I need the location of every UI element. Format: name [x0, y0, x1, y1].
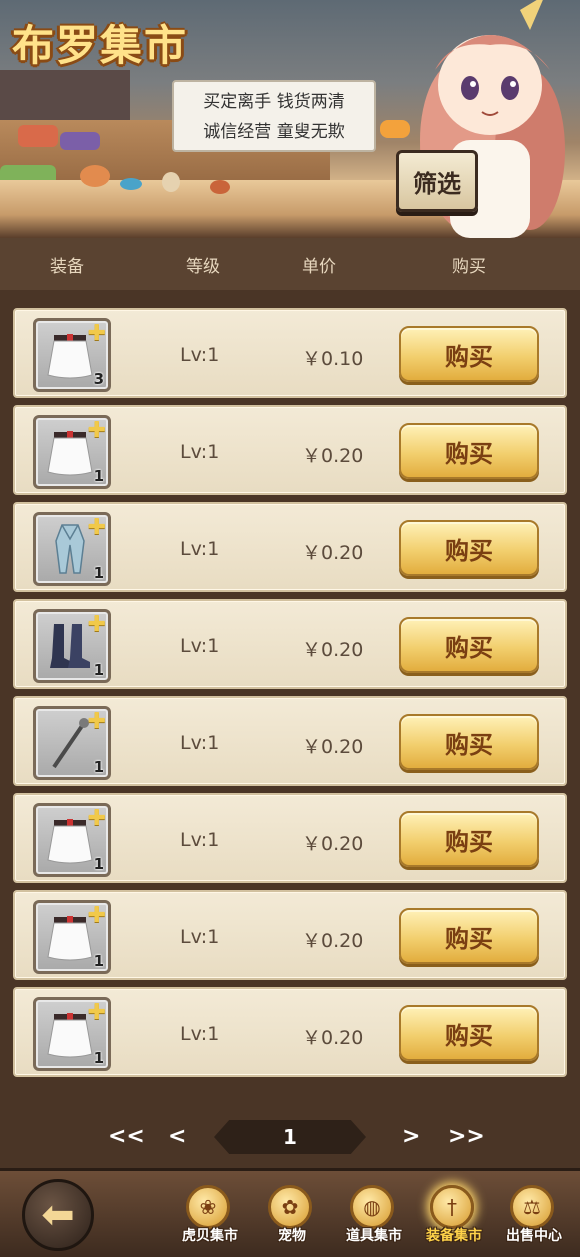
item-price: ￥0.20: [302, 445, 364, 467]
stall-goods-icon: [120, 178, 142, 190]
item-slot[interactable]: ✚ 1: [33, 803, 111, 877]
puzzle-piece-icon: ✚: [87, 1000, 106, 1025]
nav-sell-center[interactable]: ⚖ 出售中心: [494, 1185, 574, 1255]
item-price: ￥0.20: [302, 736, 364, 758]
item-level: Lv:1: [180, 538, 220, 560]
item-count: 1: [93, 855, 104, 873]
item-slot[interactable]: ✚ 1: [33, 512, 111, 586]
item-slot[interactable]: ✚ 1: [33, 706, 111, 780]
nav-label: 虎贝集市: [182, 1228, 238, 1244]
column-equipment: 装备: [50, 257, 84, 277]
last-page-button[interactable]: >>: [448, 1124, 485, 1149]
sword-icon: †: [430, 1185, 474, 1229]
list-item: ✚ 1 Lv:1 ￥0.20 购买: [13, 599, 567, 689]
stall-goods-icon: [80, 165, 110, 187]
nav-label: 道具集市: [346, 1228, 402, 1244]
puzzle-piece-icon: ✚: [87, 321, 106, 346]
item-price: ￥0.20: [302, 930, 364, 952]
item-price: ￥0.20: [302, 1027, 364, 1049]
item-level: Lv:1: [180, 732, 220, 754]
column-price: 单价: [302, 257, 336, 277]
paw-icon: ✿: [268, 1185, 312, 1229]
nav-label: 装备集市: [426, 1228, 482, 1244]
stall-goods-icon: [162, 172, 180, 192]
equipment-list: ✚ 3 Lv:1 ￥0.10 购买 ✚ 1 Lv:1 ￥0.20 购买 ✚ 1: [0, 290, 580, 1095]
puzzle-piece-icon: ✚: [87, 515, 106, 540]
slogan-sign: 买定离手 钱货两清 诚信经营 童叟无欺: [172, 80, 376, 152]
list-item: ✚ 1 Lv:1 ￥0.20 购买: [13, 502, 567, 592]
list-item: ✚ 1 Lv:1 ￥0.20 购买: [13, 890, 567, 980]
page-title: 布罗集市: [12, 21, 189, 70]
item-count: 1: [93, 1049, 104, 1067]
item-count: 1: [93, 467, 104, 485]
item-count: 1: [93, 952, 104, 970]
buy-button[interactable]: 购买: [399, 811, 539, 867]
column-buy: 购买: [452, 257, 486, 277]
nav-pets[interactable]: ✿ 宠物: [252, 1185, 332, 1255]
nav-label: 宠物: [278, 1228, 306, 1244]
bag-icon: ◍: [350, 1185, 394, 1229]
buy-button[interactable]: 购买: [399, 714, 539, 770]
back-arrow-icon: ⬅: [41, 1192, 75, 1238]
list-item: ✚ 1 Lv:1 ￥0.20 购买: [13, 696, 567, 786]
nav-item-market[interactable]: ◍ 道具集市: [334, 1185, 414, 1255]
item-slot[interactable]: ✚ 1: [33, 415, 111, 489]
list-item: ✚ 1 Lv:1 ￥0.20 购买: [13, 987, 567, 1077]
nav-equipment-market[interactable]: † 装备集市: [414, 1185, 494, 1255]
item-level: Lv:1: [180, 1023, 220, 1045]
pagination: << < 1 > >>: [0, 1118, 580, 1158]
item-count: 1: [93, 758, 104, 776]
item-slot[interactable]: ✚ 3: [33, 318, 111, 392]
puzzle-piece-icon: ✚: [87, 418, 106, 443]
item-price: ￥0.20: [302, 639, 364, 661]
puzzle-piece-icon: ✚: [87, 709, 106, 734]
item-level: Lv:1: [180, 344, 220, 366]
next-page-button[interactable]: >: [402, 1124, 420, 1149]
item-slot[interactable]: ✚ 1: [33, 609, 111, 683]
stall-goods-icon: [60, 132, 100, 150]
item-level: Lv:1: [180, 441, 220, 463]
list-item: ✚ 1 Lv:1 ￥0.20 购买: [13, 793, 567, 883]
paw-coin-icon: ❀: [186, 1185, 230, 1229]
buy-button[interactable]: 购买: [399, 908, 539, 964]
item-count: 3: [93, 370, 104, 388]
list-item: ✚ 1 Lv:1 ￥0.20 购买: [13, 405, 567, 495]
buy-button[interactable]: 购买: [399, 326, 539, 382]
puzzle-piece-icon: ✚: [87, 612, 106, 637]
item-count: 1: [93, 661, 104, 679]
item-level: Lv:1: [180, 926, 220, 948]
item-level: Lv:1: [180, 635, 220, 657]
slogan-line-2: 诚信经营 童叟无欺: [203, 122, 345, 142]
bottom-nav: ⬅ ❀ 虎贝集市 ✿ 宠物 ◍ 道具集市 † 装备集市 ⚖ 出售中心: [0, 1168, 580, 1257]
nav-tiger-shell-market[interactable]: ❀ 虎贝集市: [170, 1185, 250, 1255]
column-level: 等级: [186, 257, 220, 277]
buy-button[interactable]: 购买: [399, 520, 539, 576]
back-button[interactable]: ⬅: [22, 1179, 94, 1251]
stall-goods-icon: [18, 125, 58, 147]
buy-button[interactable]: 购买: [399, 423, 539, 479]
column-header: 装备 等级 单价 购买: [0, 238, 580, 290]
item-slot[interactable]: ✚ 1: [33, 900, 111, 974]
filter-button[interactable]: 筛选: [396, 150, 478, 212]
scale-icon: ⚖: [510, 1185, 554, 1229]
item-price: ￥0.10: [302, 348, 364, 370]
current-page: 1: [214, 1120, 366, 1154]
first-page-button[interactable]: <<: [108, 1124, 145, 1149]
stall-goods-icon: [210, 180, 230, 194]
slogan-line-1: 买定离手 钱货两清: [203, 92, 345, 112]
buy-button[interactable]: 购买: [399, 617, 539, 673]
item-price: ￥0.20: [302, 833, 364, 855]
item-count: 1: [93, 564, 104, 582]
puzzle-piece-icon: ✚: [87, 903, 106, 928]
puzzle-piece-icon: ✚: [87, 806, 106, 831]
item-level: Lv:1: [180, 829, 220, 851]
item-slot[interactable]: ✚ 1: [33, 997, 111, 1071]
list-item: ✚ 3 Lv:1 ￥0.10 购买: [13, 308, 567, 398]
buy-button[interactable]: 购买: [399, 1005, 539, 1061]
prev-page-button[interactable]: <: [168, 1124, 186, 1149]
nav-label: 出售中心: [506, 1228, 562, 1244]
market-header-banner: 布罗集市 买定离手 钱货两清 诚信经营 童叟无欺 筛选: [0, 0, 580, 238]
item-price: ￥0.20: [302, 542, 364, 564]
